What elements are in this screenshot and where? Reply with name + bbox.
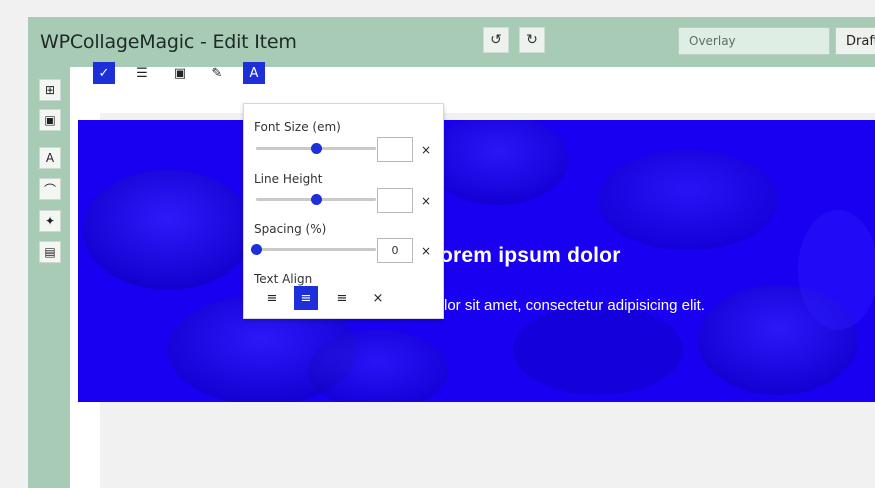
- brush-icon: ✎: [211, 65, 223, 81]
- font-size-input[interactable]: [377, 137, 413, 162]
- header-bar: WPCollageMagic - Edit Item ↺ ↻ Overlay D…: [28, 17, 875, 67]
- sidebar-magic-button[interactable]: ✦: [39, 210, 61, 232]
- align-right-button[interactable]: ≡: [330, 286, 354, 310]
- spacing-input[interactable]: 0: [377, 238, 413, 263]
- align-center-icon: ≡: [300, 290, 312, 306]
- line-height-slider-thumb[interactable]: [311, 194, 322, 205]
- text-icon: A: [45, 151, 55, 165]
- spacing-slider-thumb[interactable]: [251, 244, 262, 255]
- toolbar-adjust-button[interactable]: ☰: [131, 62, 153, 84]
- toolbar-check-button[interactable]: ✓: [93, 62, 115, 84]
- sliders-icon: ☰: [136, 65, 148, 81]
- film-icon: ▤: [44, 245, 56, 259]
- line-height-input[interactable]: [377, 188, 413, 213]
- redo-icon: ↻: [526, 32, 538, 48]
- align-left-icon: ≡: [266, 290, 278, 306]
- spacing-clear-button[interactable]: ×: [416, 241, 436, 261]
- align-left-button[interactable]: ≡: [260, 286, 284, 310]
- image-icon: ▣: [173, 65, 187, 81]
- sidebar-bezier-button[interactable]: ⌒: [39, 178, 61, 200]
- check-icon: ✓: [98, 65, 110, 81]
- redo-button[interactable]: ↻: [519, 27, 545, 53]
- left-sidebar: ⊞ ▣ A ⌒ ✦ ▤: [28, 67, 70, 488]
- magic-wand-icon: ✦: [44, 214, 56, 228]
- font-size-label: Font Size (em): [254, 120, 341, 134]
- font-size-slider[interactable]: [256, 143, 376, 154]
- sidebar-image-button[interactable]: ▣: [39, 109, 61, 131]
- toolbar-image-button[interactable]: ▣: [169, 62, 191, 84]
- align-center-button[interactable]: ≡: [294, 286, 318, 310]
- image-icon: ▣: [44, 113, 56, 127]
- hero-heading[interactable]: Lorem ipsum dolor: [427, 244, 621, 268]
- undo-icon: ↺: [490, 32, 502, 48]
- hero-subtext[interactable]: lor sit amet, consectetur adipisicing el…: [444, 297, 705, 314]
- grid-icon: ⊞: [44, 83, 56, 97]
- sidebar-text-button[interactable]: A: [39, 147, 61, 169]
- undo-button[interactable]: ↺: [483, 27, 509, 53]
- sidebar-film-button[interactable]: ▤: [39, 241, 61, 263]
- sidebar-grid-button[interactable]: ⊞: [39, 79, 61, 101]
- toolbar-brush-button[interactable]: ✎: [206, 62, 228, 84]
- line-height-slider[interactable]: [256, 194, 376, 205]
- text-format-icon: A: [249, 65, 259, 81]
- align-right-icon: ≡: [336, 290, 348, 306]
- spacing-label: Spacing (%): [254, 222, 327, 236]
- toolbar-text-button[interactable]: A: [243, 62, 265, 84]
- font-size-clear-button[interactable]: ×: [416, 140, 436, 160]
- typography-popup: Font Size (em) × Line Height × Spacing (…: [243, 103, 444, 319]
- text-align-label: Text Align: [254, 272, 313, 286]
- line-height-label: Line Height: [254, 172, 323, 186]
- status-select[interactable]: Draft: [835, 27, 875, 55]
- page-title: WPCollageMagic - Edit Item: [40, 31, 297, 53]
- align-clear-button[interactable]: ×: [366, 286, 390, 310]
- spacing-slider[interactable]: [251, 244, 376, 255]
- overlay-field[interactable]: Overlay: [678, 27, 830, 55]
- clear-align-icon: ×: [372, 290, 384, 306]
- bezier-icon: ⌒: [43, 182, 56, 197]
- font-size-slider-thumb[interactable]: [311, 143, 322, 154]
- line-height-clear-button[interactable]: ×: [416, 191, 436, 211]
